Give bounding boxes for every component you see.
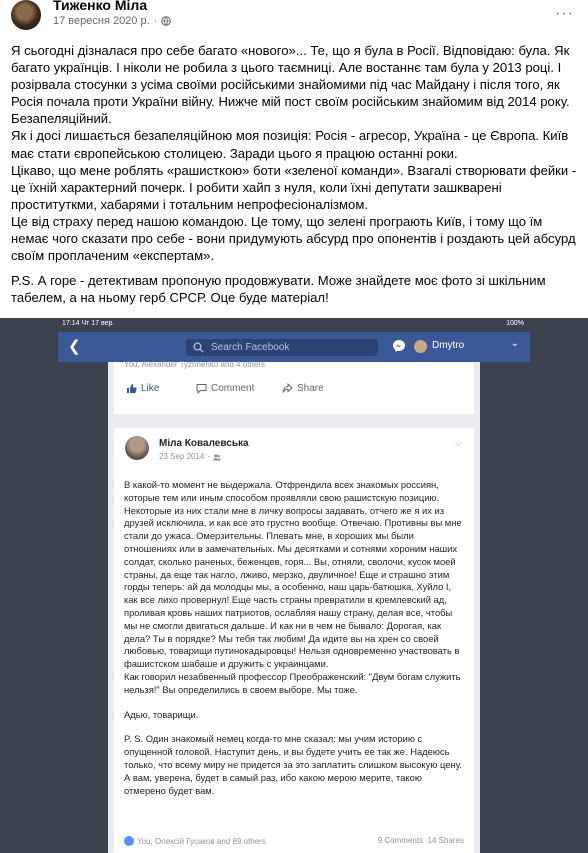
- battery-level: 100%: [506, 320, 524, 327]
- news-feed: You, Alexander Tyzhnenko and 4 others Li…: [108, 360, 480, 853]
- comment-icon: [196, 384, 207, 394]
- post-meta: 17 вересня 2020 р. ·: [53, 15, 172, 27]
- author-avatar[interactable]: [11, 0, 41, 30]
- back-arrow-icon[interactable]: ❮: [68, 337, 81, 355]
- card-paragraph: В какой-то момент не выдержала. Отфренди…: [124, 479, 462, 670]
- card-author-name[interactable]: Міла Ковалевська: [159, 438, 249, 449]
- user-name[interactable]: Dmytro: [432, 340, 464, 351]
- chevron-down-icon[interactable]: ⌵: [455, 438, 462, 449]
- user-avatar[interactable]: [414, 340, 427, 353]
- like-button[interactable]: Like: [126, 383, 159, 394]
- post-date[interactable]: 17 вересня 2020 р.: [53, 15, 150, 27]
- facebook-top-bar: ❮ Search Facebook Dmytro ⌄: [58, 332, 530, 362]
- post-paragraph: Це від страху перед нашою командою. Це т…: [11, 213, 576, 264]
- reactions-summary[interactable]: You, Alexander Tyzhnenko and 4 others: [124, 360, 265, 369]
- like-reaction-icon: [124, 836, 134, 846]
- globe-icon: [161, 16, 172, 26]
- post-paragraph: Цікаво, що мене роблять «рашисткою» боти…: [11, 162, 577, 212]
- shared-memory-post: Міла Ковалевська 23 Sep 2014 · ⌵ В какой…: [114, 428, 474, 853]
- meta-separator: ·: [207, 452, 211, 461]
- share-icon: [282, 383, 293, 393]
- thumbs-up-icon: [127, 384, 137, 393]
- shares-count[interactable]: 14 Shares: [428, 836, 464, 845]
- previous-post-footer: You, Alexander Tyzhnenko and 4 others Li…: [114, 360, 474, 414]
- share-button[interactable]: Share: [282, 383, 324, 394]
- post-paragraph: P.S. А горе - детективам пропоную продов…: [11, 273, 546, 306]
- ios-status-bar: 17:14 Чт 17 вер. 100%: [62, 320, 524, 332]
- more-options-icon[interactable]: ···: [555, 5, 574, 23]
- status-time: 17:14 Чт 17 вер.: [62, 320, 115, 327]
- post-paragraph: Я сьогодні дізналася про себе багато «но…: [11, 43, 570, 127]
- card-reactions[interactable]: You, Олексій Гусаков and 89 others: [124, 836, 266, 846]
- meta-separator: ·: [153, 15, 158, 27]
- post-paragraph: Як і досі лишається безапеляційною моя п…: [11, 128, 569, 161]
- comments-count[interactable]: 9 Comments: [378, 836, 423, 845]
- post-header: Тиженко Міла 17 вересня 2020 р. · ···: [0, 0, 588, 36]
- card-reactions-text: You, Олексій Гусаков and 89 others: [137, 836, 266, 846]
- card-post-date[interactable]: 23 Sep 2014: [159, 452, 204, 461]
- embedded-screenshot[interactable]: 17:14 Чт 17 вер. 100% ❮ Search Facebook …: [0, 318, 588, 853]
- comment-button[interactable]: Comment: [196, 383, 254, 394]
- card-post-text: В какой-то момент не выдержала. Отфренди…: [124, 479, 464, 797]
- comment-label: Comment: [211, 383, 255, 394]
- friends-icon: [213, 453, 221, 461]
- search-icon: [193, 342, 204, 353]
- card-paragraph: Адью, товарищи.: [124, 708, 199, 720]
- search-placeholder: Search Facebook: [211, 342, 290, 353]
- messenger-icon[interactable]: [392, 339, 406, 353]
- card-paragraph: P. S. Один знакомый немец когда-то мне с…: [124, 733, 462, 796]
- card-counts: 9 Comments 14 Shares: [378, 836, 464, 845]
- post-body: Я сьогодні дізналася про себе багато «но…: [11, 42, 579, 306]
- search-input[interactable]: Search Facebook: [186, 339, 378, 356]
- card-post-meta: 23 Sep 2014 ·: [159, 452, 221, 461]
- share-label: Share: [297, 383, 324, 394]
- like-label: Like: [141, 383, 160, 394]
- card-author-avatar[interactable]: [125, 436, 149, 460]
- card-paragraph: Как говорил незабвенный профессор Преобр…: [124, 670, 461, 695]
- author-name[interactable]: Тиженко Міла: [53, 0, 147, 13]
- chevron-down-icon[interactable]: ⌄: [511, 338, 519, 349]
